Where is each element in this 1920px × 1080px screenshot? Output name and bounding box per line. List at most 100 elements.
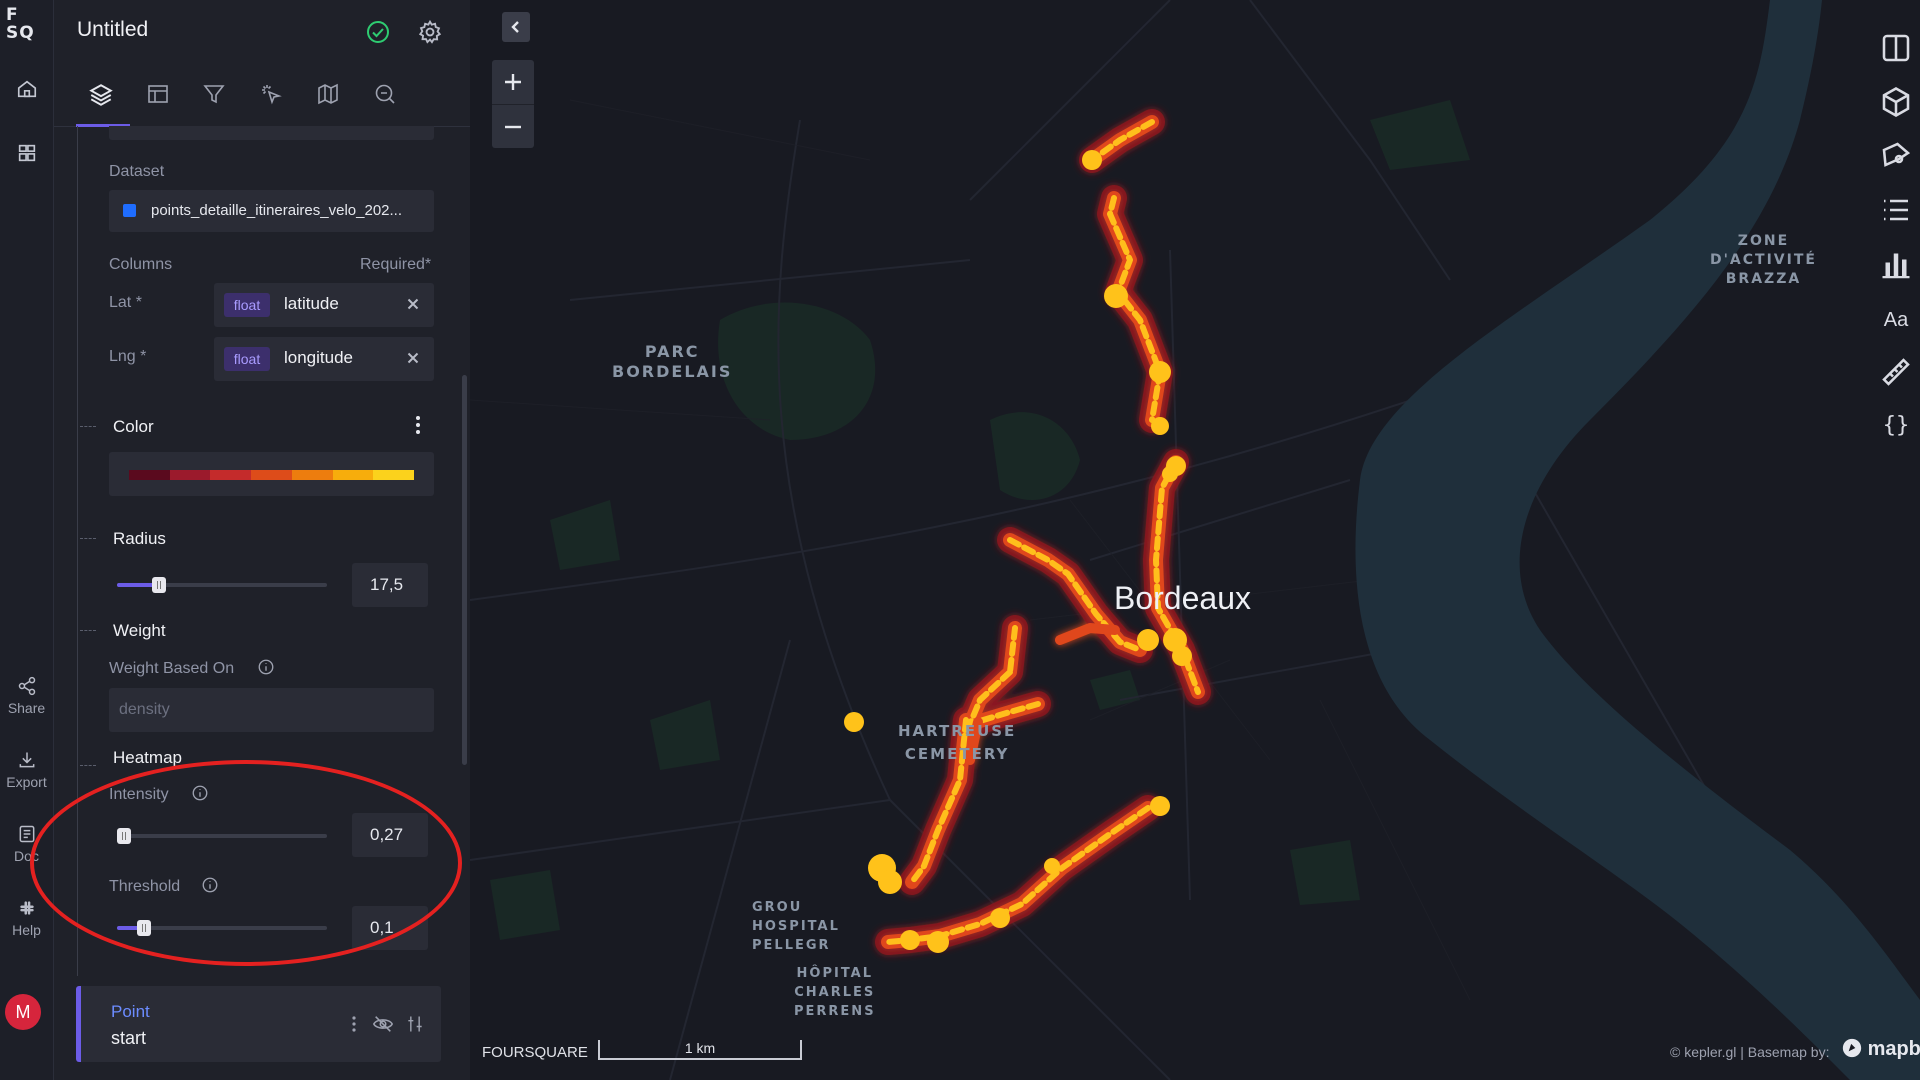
lat-column-selector[interactable]: float latitude <box>214 283 434 327</box>
home-icon <box>17 80 36 98</box>
palette-swatch <box>291 470 333 480</box>
text-label-icon[interactable]: Aa <box>1878 302 1914 338</box>
required-label: Required* <box>360 256 432 273</box>
draw-polygon-icon[interactable] <box>1878 138 1914 174</box>
weight-field-select[interactable]: density <box>109 688 434 732</box>
dataset-name: points_detaille_itineraires_velo_202... <box>151 202 403 219</box>
share-icon <box>18 676 35 696</box>
color-section-title: Color <box>113 417 154 436</box>
zoom-in-button[interactable] <box>492 60 534 104</box>
scale-label: 1 km <box>684 1040 716 1056</box>
dataset-color-swatch <box>123 204 136 217</box>
palette-swatch <box>210 470 252 480</box>
previous-field-stub <box>109 126 434 140</box>
palette-swatch <box>251 470 292 480</box>
docs-icon <box>19 825 34 843</box>
scale-brand: FOURSQUARE <box>482 1044 588 1061</box>
legend-list-icon[interactable] <box>1878 192 1914 228</box>
heatmap-route <box>875 109 1211 955</box>
export-label: Export <box>6 774 47 790</box>
tab-interactions[interactable] <box>259 82 291 114</box>
help-label: Help <box>12 922 41 938</box>
layer-card-point[interactable]: Point start <box>76 986 441 1062</box>
color-palette <box>129 470 415 480</box>
cursor-click-icon <box>262 85 282 105</box>
more-options-icon[interactable] <box>414 414 422 436</box>
zoom-out-button[interactable] <box>492 104 534 149</box>
layer-settings-sliders-icon[interactable] <box>405 1013 425 1035</box>
collapse-panel-button[interactable] <box>502 12 530 42</box>
lng-column-value: longitude <box>284 348 354 367</box>
dashboard-grid-icon <box>18 144 35 162</box>
clear-lat-icon[interactable] <box>404 295 422 313</box>
tree-branch <box>80 765 96 766</box>
left-icon-rail: F SQ Share Export Doc Help M <box>0 0 54 1080</box>
share-label: Share <box>7 700 46 716</box>
panel-tab-bar <box>54 78 470 127</box>
radius-value-input[interactable]: 17,5 <box>352 563 428 607</box>
heatmap-section-title: Heatmap <box>113 748 182 767</box>
info-icon[interactable] <box>257 658 275 676</box>
palette-swatch <box>129 470 170 480</box>
visibility-hidden-icon[interactable] <box>371 1013 395 1035</box>
foursquare-logo[interactable]: F SQ <box>6 6 46 42</box>
mapbox-logo-text: mapbo <box>1867 1038 1920 1060</box>
3d-cube-icon[interactable] <box>1878 84 1914 120</box>
weight-based-on-label: Weight Based On <box>109 660 235 677</box>
map-label-groupe-hospitalier: GROU HOSPITAL PELLEGR <box>752 900 840 953</box>
map-label-chartreuse-cemetery: HARTREUSE CEMETERY <box>898 722 1017 763</box>
tab-table[interactable] <box>146 82 178 114</box>
lat-label: Lat * <box>109 294 142 311</box>
lng-label: Lng * <box>109 348 147 365</box>
tree-branch <box>80 538 96 539</box>
weight-field-placeholder: density <box>119 701 170 718</box>
street-lines <box>470 0 1771 1080</box>
dataset-selector[interactable]: points_detaille_itineraires_velo_202... <box>109 190 434 232</box>
map-canvas[interactable]: PARC BORDELAIS ZONE D'ACTIVITÉ BRAZZA HA… <box>470 0 1920 1080</box>
settings-gear-icon[interactable] <box>417 19 443 45</box>
color-range-selector[interactable] <box>109 452 434 496</box>
layer-type-label: Point <box>111 1002 150 1021</box>
layer-name: start <box>111 1028 147 1048</box>
minus-icon <box>505 125 521 129</box>
layers-icon <box>89 84 113 106</box>
scale-bar: 1 km <box>598 1040 802 1060</box>
user-avatar[interactable]: M <box>5 994 41 1030</box>
tab-layers[interactable] <box>76 82 130 127</box>
ruler-icon[interactable] <box>1878 354 1914 390</box>
plus-icon <box>505 74 521 90</box>
help-button[interactable]: Help <box>0 898 53 938</box>
mapbox-logo-icon <box>1842 1038 1862 1058</box>
map-icon <box>318 83 338 105</box>
filter-icon <box>203 85 225 104</box>
weight-section-title: Weight <box>113 621 166 640</box>
chart-bar-icon[interactable] <box>1878 246 1914 282</box>
clear-lng-icon[interactable] <box>404 349 422 367</box>
layer-more-icon[interactable] <box>351 1015 357 1033</box>
palette-swatch <box>332 470 374 480</box>
map-label-hopital-charles-perrens: HÔPITAL CHARLES PERRENS <box>794 966 876 1019</box>
lat-column-value: latitude <box>284 294 339 313</box>
home-button[interactable] <box>0 78 53 100</box>
json-braces-icon[interactable]: {} <box>1878 408 1914 444</box>
tab-search[interactable] <box>373 82 405 114</box>
tab-basemap[interactable] <box>316 82 348 114</box>
attribution-text[interactable]: © kepler.gl | Basemap by: <box>1670 1044 1829 1060</box>
share-button[interactable]: Share <box>0 676 53 716</box>
park-areas <box>490 100 1470 940</box>
tree-branch <box>80 426 96 427</box>
dashboard-button[interactable] <box>0 142 53 164</box>
dataset-label: Dataset <box>109 163 165 180</box>
map-title[interactable]: Untitled <box>77 18 148 42</box>
radius-section-title: Radius <box>113 529 166 548</box>
annotation-highlight-circle <box>30 760 462 966</box>
search-icon <box>375 84 395 104</box>
lng-column-selector[interactable]: float longitude <box>214 337 434 381</box>
mapbox-logo[interactable]: mapbo <box>1842 1038 1920 1061</box>
split-map-icon[interactable] <box>1878 30 1914 66</box>
radius-slider-handle[interactable] <box>152 577 167 593</box>
export-button[interactable]: Export <box>0 750 53 790</box>
panel-scrollbar[interactable] <box>462 375 467 765</box>
tab-filters[interactable] <box>202 82 234 114</box>
basemap <box>470 0 1920 1080</box>
